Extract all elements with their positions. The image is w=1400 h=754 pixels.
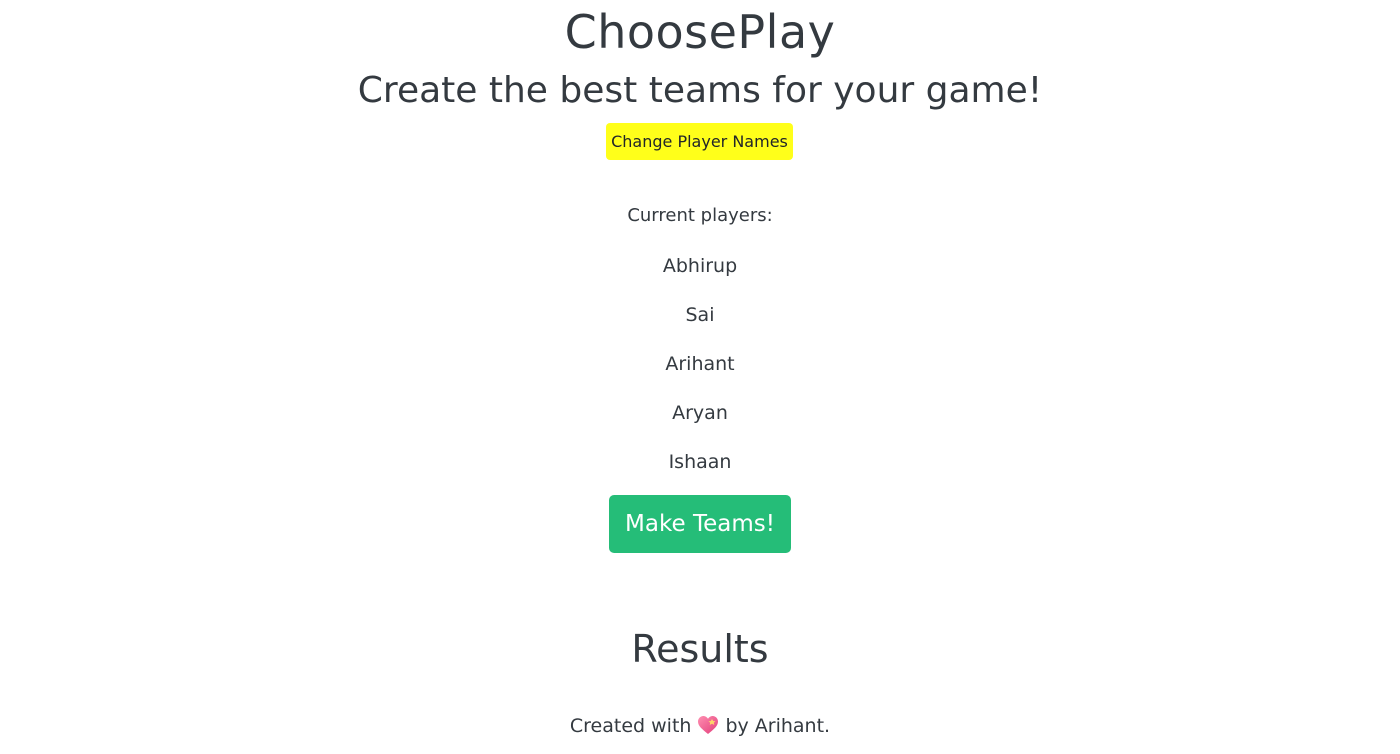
player-name: Sai [685, 304, 715, 326]
player-name: Arihant [665, 353, 735, 375]
app-title: ChoosePlay [564, 5, 836, 59]
player-name: Abhirup [662, 255, 738, 277]
results-heading: Results [631, 627, 769, 671]
footer: Created with by Arihant. [0, 712, 1400, 743]
current-players-label: Current players: [627, 205, 773, 226]
make-teams-button[interactable]: Make Teams! [609, 495, 791, 553]
player-name: Aryan [672, 402, 728, 424]
players-list: Abhirup Sai Arihant Aryan Ishaan [0, 253, 1400, 498]
footer-prefix: Created with [569, 715, 692, 737]
page: ChoosePlay Create the best teams for you… [0, 0, 1400, 754]
heart-icon [697, 715, 719, 743]
footer-suffix: by Arihant. [725, 715, 831, 737]
change-player-names-button[interactable]: Change Player Names [606, 123, 793, 160]
player-name: Ishaan [668, 451, 732, 473]
page-subtitle: Create the best teams for your game! [357, 70, 1043, 111]
